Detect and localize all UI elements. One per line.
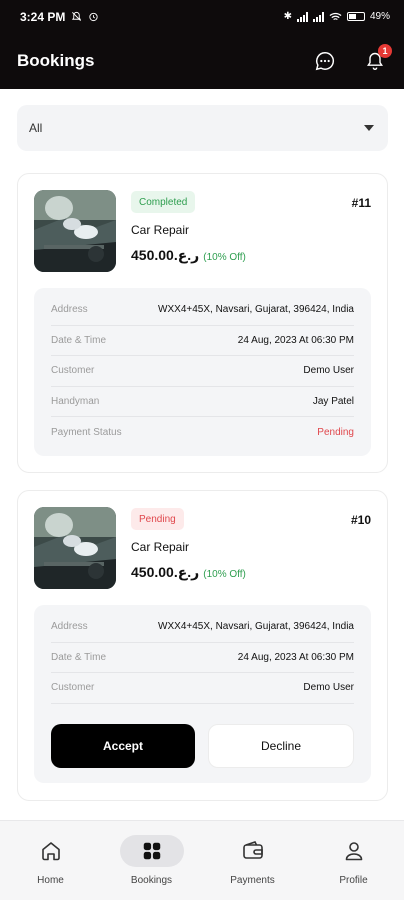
wifi-icon [329, 12, 342, 20]
service-name: Car Repair [131, 540, 190, 554]
page-title: Bookings [17, 51, 95, 70]
bottom-navigation: Home Bookings Payments Profile [0, 820, 404, 900]
service-image [34, 190, 116, 272]
booking-id: #10 [350, 513, 371, 527]
booking-details: Address WXX4+45X, Navsari, Gujarat, 39642… [34, 288, 371, 456]
payment-status-value: Pending [317, 426, 354, 438]
detail-row-customer: Customer Demo User [51, 356, 354, 387]
detail-label: Address [51, 304, 88, 316]
detail-value: WXX4+45X, Navsari, Gujarat, 396424, Indi… [158, 621, 354, 633]
status-left-icons [71, 11, 99, 22]
detail-value: Demo User [303, 365, 354, 377]
nav-item-profile[interactable]: Profile [303, 821, 404, 900]
notification-badge: 1 [378, 44, 392, 58]
nav-item-bookings[interactable]: Bookings [101, 821, 202, 900]
filter-selected-value: All [29, 121, 43, 135]
mute-bell-icon [72, 11, 82, 21]
nav-item-payments[interactable]: Payments [202, 821, 303, 900]
decline-button[interactable]: Decline [208, 723, 354, 768]
detail-label: Customer [51, 365, 95, 377]
chat-button[interactable] [312, 48, 338, 74]
detail-value: Jay Patel [312, 395, 354, 407]
status-bar: 3:24 PM ✱ 49% [0, 0, 404, 33]
chevron-down-icon [364, 125, 374, 131]
detail-row-datetime: Date & Time 24 Aug, 2023 At 06:30 PM [51, 326, 354, 356]
profile-icon [345, 842, 362, 861]
status-badge: Pending [131, 508, 184, 530]
wallet-icon [242, 841, 263, 859]
nav-item-home[interactable]: Home [0, 821, 101, 900]
notifications-button[interactable]: 1 [362, 44, 392, 74]
detail-row-address: Address WXX4+45X, Navsari, Gujarat, 39642… [51, 295, 354, 326]
booking-card[interactable]: Completed #11 Car Repair 450.00.ر.ع (10%… [17, 173, 388, 473]
service-name: Car Repair [131, 223, 190, 237]
detail-label: Customer [51, 682, 95, 694]
detail-value: 24 Aug, 2023 At 06:30 PM [237, 334, 354, 346]
service-image [34, 507, 116, 589]
detail-row-datetime: Date & Time 24 Aug, 2023 At 06:30 PM [51, 643, 354, 673]
booking-card[interactable]: Pending #10 Car Repair 450.00.ر.ع (10% O… [17, 490, 388, 801]
action-buttons: Accept Decline [51, 723, 354, 768]
home-icon [41, 842, 60, 861]
detail-label: Date & Time [51, 334, 107, 346]
app-bar: Bookings 1 [0, 33, 404, 89]
status-badge: Completed [131, 191, 196, 213]
detail-row-customer: Customer Demo User [51, 673, 354, 704]
booking-id: #11 [351, 196, 371, 210]
nav-label: Payments [230, 875, 275, 886]
detail-label: Payment Status [51, 426, 122, 438]
detail-row-address: Address WXX4+45X, Navsari, Gujarat, 39642… [51, 612, 354, 643]
nav-label: Profile [339, 875, 368, 886]
status-right-icons: ✱ 49% [284, 11, 390, 22]
nav-label: Bookings [130, 875, 173, 886]
price: 450.00.ر.ع [131, 247, 200, 263]
detail-value: WXX4+45X, Navsari, Gujarat, 396424, Indi… [158, 304, 354, 316]
status-filter-dropdown[interactable]: All [17, 105, 388, 151]
detail-row-payment-status: Payment Status Pending [51, 417, 354, 448]
signal-icon-2 [312, 11, 324, 22]
detail-value: Demo User [303, 682, 354, 694]
discount: (10% Off) [203, 252, 246, 263]
detail-value: 24 Aug, 2023 At 06:30 PM [237, 651, 354, 663]
battery-icon [346, 12, 365, 21]
chat-bubble-icon [315, 52, 335, 71]
detail-label: Address [51, 621, 88, 633]
status-time: 3:24 PM [20, 9, 66, 24]
price: 450.00.ر.ع [131, 564, 200, 580]
detail-label: Handyman [51, 395, 100, 407]
bluetooth-icon: ✱ [283, 11, 292, 22]
nav-label: Home [37, 875, 64, 886]
bookings-icon [143, 842, 160, 860]
accept-button[interactable]: Accept [51, 723, 195, 768]
booking-details: Address WXX4+45X, Navsari, Gujarat, 39642… [34, 605, 371, 783]
detail-label: Date & Time [51, 651, 107, 663]
price-row: 450.00.ر.ع (10% Off) [131, 247, 246, 264]
discount: (10% Off) [203, 569, 246, 580]
price-row: 450.00.ر.ع (10% Off) [131, 564, 246, 581]
signal-icon [296, 11, 308, 22]
detail-row-handyman: Handyman Jay Patel [51, 387, 354, 417]
battery-percent: 49% [369, 11, 390, 22]
alarm-icon [89, 12, 98, 22]
